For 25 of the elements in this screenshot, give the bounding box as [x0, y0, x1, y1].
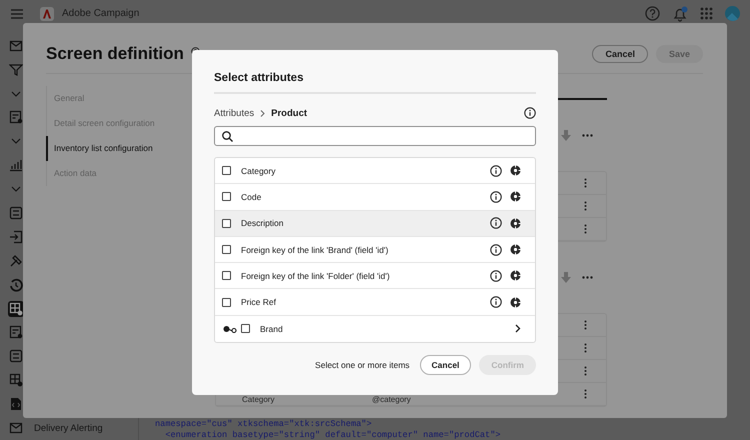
cancel-button[interactable]: Cancel: [420, 355, 472, 376]
nav-item[interactable]: Inventory list configuration: [46, 136, 157, 161]
list-row[interactable]: Foreign key of the link 'Brand' (field 'id'): [215, 236, 535, 264]
table-cell-text: Category: [242, 395, 276, 405]
breadcrumb-link[interactable]: Attributes: [214, 108, 254, 118]
item-label: Code: [241, 192, 262, 202]
code-line: <enumeration basetype="string" default="computer" name="prodCat">: [164, 430, 502, 440]
item-label: Price Ref: [241, 297, 276, 308]
list-row[interactable]: Brand: [215, 316, 535, 342]
item-label: Description: [241, 218, 284, 228]
list-row[interactable]: Foreign key of the link 'Folder' (field 'id'): [215, 263, 535, 290]
app-title: Adobe Campaign: [62, 8, 140, 20]
dialog-title: Select attributes: [214, 72, 536, 94]
list-row[interactable]: Category: [215, 158, 535, 184]
table-cell: @category: [372, 395, 411, 405]
list-row[interactable]: Description: [215, 210, 535, 237]
item-label: Foreign key of the link 'Folder' (field 'id'): [241, 270, 390, 281]
page-title: Screen definition: [46, 44, 184, 64]
list-row[interactable]: Price Ref: [215, 289, 535, 316]
item-label: Category: [241, 166, 276, 176]
cancel-button[interactable]: Cancel: [592, 45, 648, 63]
item-label: Brand: [260, 324, 283, 334]
item-label: Foreign key of the link 'Brand' (field 'id'): [241, 244, 388, 255]
code-line: namespace="cus" xtkschema="xtk:srcSchema">: [155, 419, 373, 430]
hint-text: Select one or more items: [315, 360, 410, 370]
